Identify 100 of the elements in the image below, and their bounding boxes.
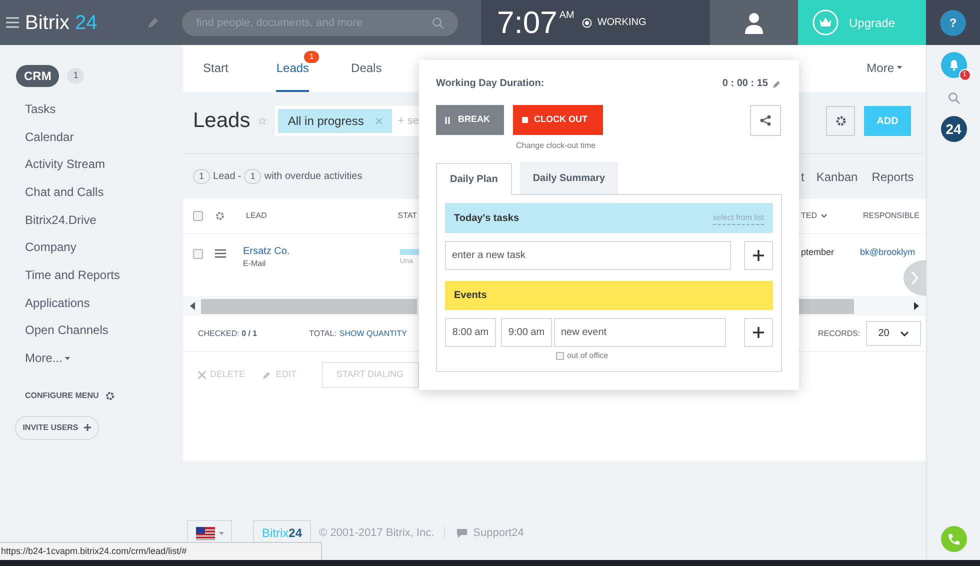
popup-tab[interactable]: Daily Summary bbox=[520, 162, 618, 194]
phone-icon bbox=[947, 532, 960, 546]
pause-icon bbox=[445, 116, 450, 124]
scrollbar-thumb[interactable] bbox=[201, 298, 417, 314]
sidebar-item[interactable]: Calendar bbox=[25, 128, 74, 146]
flag-icon bbox=[196, 526, 214, 540]
notification-badge: 1 bbox=[304, 51, 319, 63]
search-icon[interactable] bbox=[948, 92, 960, 104]
view-tab[interactable]: t bbox=[801, 168, 804, 186]
popup-title: Working Day Duration: bbox=[436, 77, 544, 91]
help-button[interactable]: ? bbox=[940, 10, 966, 36]
plus-icon bbox=[753, 327, 764, 338]
caret-icon bbox=[218, 532, 224, 534]
pencil-icon[interactable] bbox=[147, 16, 160, 28]
search-icon bbox=[432, 16, 444, 28]
sidebar-item[interactable]: Company bbox=[25, 238, 76, 256]
lead-name-link[interactable]: Ersatz Co. bbox=[243, 246, 290, 258]
status-url: https://b24-1cvapm.bitrix24.com/crm/lead/list/# bbox=[0, 542, 322, 560]
sidebar-item[interactable]: Tasks bbox=[25, 100, 56, 118]
sidebar-item[interactable]: Time and Reports bbox=[25, 266, 120, 284]
crown-icon bbox=[812, 9, 839, 36]
records-select[interactable]: 20 bbox=[866, 321, 922, 346]
pencil-icon bbox=[263, 370, 272, 379]
column-header[interactable]: TED bbox=[801, 210, 827, 222]
add-event-button[interactable] bbox=[744, 318, 773, 347]
work-status: WORKING bbox=[597, 16, 646, 30]
clock-out-button[interactable]: CLOCK OUT bbox=[513, 105, 603, 135]
total-label: TOTAL: bbox=[309, 328, 336, 340]
sidebar-item[interactable]: Applications bbox=[25, 294, 90, 312]
nav-tab[interactable]: More bbox=[866, 45, 902, 92]
plus-icon bbox=[753, 250, 764, 261]
date-cell-text: ptember bbox=[801, 246, 834, 259]
bell-icon bbox=[948, 59, 960, 71]
counter-badge: 1 bbox=[67, 68, 84, 84]
column-header[interactable]: RESPONSIBLE bbox=[863, 210, 920, 222]
count-badge: 1 bbox=[244, 168, 262, 184]
checkbox[interactable] bbox=[193, 249, 203, 259]
pencil-icon[interactable] bbox=[773, 79, 782, 88]
sidebar-item[interactable]: CRM bbox=[16, 65, 60, 87]
change-time-link[interactable]: Change clock-out time bbox=[516, 140, 603, 152]
nav-tab[interactable]: Start bbox=[203, 45, 228, 92]
count-badge: 1 bbox=[193, 168, 210, 184]
counter-label: Lead - bbox=[213, 170, 242, 184]
invite-users-button[interactable]: INVITE USERS bbox=[15, 416, 99, 440]
settings-icon bbox=[834, 115, 846, 127]
close-icon bbox=[198, 370, 206, 378]
checkbox[interactable] bbox=[193, 211, 203, 221]
start-time-field[interactable]: 8:00 am bbox=[445, 318, 496, 347]
records-label: RECORDS: bbox=[818, 328, 860, 340]
events-title: Events bbox=[454, 289, 487, 303]
sidebar-item[interactable]: Bitrix24.Drive bbox=[25, 210, 96, 229]
scroll-left-icon[interactable] bbox=[190, 302, 195, 310]
status-dot-icon bbox=[582, 18, 592, 28]
column-header[interactable]: STAT bbox=[398, 210, 419, 222]
copyright-text: © 2001-2017 Bitrix, Inc. bbox=[319, 526, 434, 541]
event-input[interactable]: new event bbox=[554, 318, 726, 347]
settings-button[interactable] bbox=[826, 106, 855, 136]
view-tab[interactable]: Reports bbox=[872, 168, 914, 186]
menu-icon[interactable] bbox=[215, 249, 226, 258]
column-header[interactable]: LEAD bbox=[246, 210, 267, 222]
checkbox[interactable] bbox=[556, 352, 564, 360]
scrollbar-thumb[interactable] bbox=[797, 298, 854, 314]
close-icon[interactable] bbox=[376, 118, 382, 124]
page-title: Leads bbox=[193, 108, 250, 134]
share-icon bbox=[760, 115, 771, 126]
checked-count: CHECKED: 0 / 1 bbox=[198, 328, 258, 340]
plus-icon bbox=[84, 424, 92, 432]
scroll-right-icon[interactable] bbox=[914, 302, 919, 310]
bitrix24-button[interactable]: 24 bbox=[940, 116, 966, 142]
tasks-title: Today's tasks bbox=[454, 212, 519, 226]
lead-source: E-Mail bbox=[243, 258, 267, 268]
sidebar-item[interactable]: More... bbox=[25, 349, 70, 368]
add-task-button[interactable] bbox=[744, 241, 773, 270]
checkbox-label: out of office bbox=[567, 350, 608, 362]
sidebar-item[interactable]: Chat and Calls bbox=[25, 182, 104, 201]
user-icon[interactable] bbox=[744, 12, 764, 34]
end-time-field[interactable]: 9:00 am bbox=[501, 318, 552, 347]
chat-icon bbox=[457, 528, 468, 538]
configure-menu-link[interactable]: CONFIGURE MENU bbox=[25, 390, 99, 402]
show-quantity-link[interactable]: SHOW QUANTITY bbox=[339, 328, 407, 340]
gear-icon[interactable] bbox=[104, 390, 115, 401]
sidebar-item[interactable]: Open Channels bbox=[25, 321, 108, 340]
break-button[interactable]: BREAK bbox=[436, 105, 504, 135]
settings-icon[interactable] bbox=[215, 211, 225, 221]
filter-field[interactable]: All in progress + se bbox=[274, 106, 419, 136]
responsible-link[interactable]: bk@brooklym bbox=[860, 246, 916, 260]
share-button[interactable] bbox=[750, 105, 781, 136]
popup-tab[interactable]: Daily Plan bbox=[436, 163, 512, 195]
sidebar-item[interactable]: Activity Stream bbox=[25, 155, 106, 174]
stop-icon bbox=[522, 117, 528, 123]
nav-tab[interactable]: Deals bbox=[351, 45, 382, 92]
status-bar bbox=[400, 249, 419, 255]
filter-tag[interactable]: All in progress bbox=[278, 109, 392, 133]
duration-text: 0 : 00 : 15 bbox=[722, 77, 768, 91]
logo[interactable]: Bitrix 24 bbox=[25, 8, 98, 38]
star-icon[interactable] bbox=[258, 114, 267, 128]
task-input[interactable]: enter a new task bbox=[445, 241, 731, 270]
counter-label: with overdue activities bbox=[264, 170, 362, 184]
phone-button[interactable] bbox=[940, 526, 966, 552]
view-tab[interactable]: Kanban bbox=[816, 168, 858, 186]
